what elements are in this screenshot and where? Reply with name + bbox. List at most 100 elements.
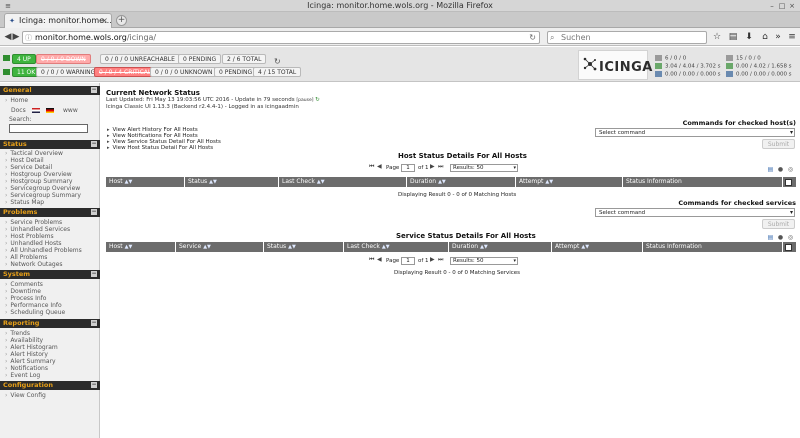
sidebar-section-system[interactable]: System − (0, 270, 100, 279)
sidebar-item-comments[interactable]: Comments (5, 281, 43, 288)
link-host-status-detail[interactable]: View Host Status Detail For All Hosts (107, 145, 214, 151)
url-bar[interactable]: ⓘ monitor.home.wols.org/icinga/ ↻ (22, 31, 540, 44)
back-icon[interactable]: ◀ (4, 31, 12, 43)
sidebar-item-hostgroup-overview[interactable]: Hostgroup Overview (5, 171, 71, 178)
sidebar-section-reporting[interactable]: Reporting − (0, 319, 100, 328)
search-input[interactable]: ⌕ Suchen (547, 31, 707, 44)
services-total-badge[interactable]: 4 / 15 TOTAL (253, 67, 302, 77)
sidebar-section-configuration[interactable]: Configuration − (0, 381, 100, 390)
refresh-icon[interactable]: ↻ (274, 57, 281, 66)
sidebar-item-status-map[interactable]: Status Map (5, 199, 44, 206)
hosts-pending-badge[interactable]: 0 PENDING (178, 54, 222, 64)
col-status[interactable]: Status ▲▼ (264, 242, 344, 252)
download-icon[interactable]: ⬇ (743, 31, 755, 43)
sidebar-section-problems[interactable]: Problems − (0, 208, 100, 217)
sidebar-item-availability[interactable]: Availability (5, 337, 43, 344)
collapse-icon[interactable]: − (91, 320, 97, 326)
services-critical-badge[interactable]: 0 / 0 / 4 CRITICAL (94, 67, 157, 77)
sidebar-search-input[interactable] (9, 124, 88, 133)
sidebar-item-scheduling-queue[interactable]: Scheduling Queue (5, 309, 65, 316)
services-warning-badge[interactable]: 0 / 0 / 0 WARNING (36, 67, 101, 77)
collapse-icon[interactable]: − (91, 382, 97, 388)
site-info-icon[interactable]: ⓘ (25, 33, 32, 44)
col-attempt[interactable]: Attempt ▲▼ (552, 242, 643, 252)
sidebar-item-host-problems[interactable]: Host Problems (5, 233, 53, 240)
english-flag-icon[interactable] (32, 108, 40, 113)
reading-list-icon[interactable]: ▤ (727, 31, 739, 43)
collapse-icon[interactable]: − (91, 87, 97, 93)
next-page-icon[interactable]: ▶ (430, 163, 435, 171)
sidebar-item-all-unhandled-problems[interactable]: All Unhandled Problems (5, 247, 81, 254)
first-page-icon[interactable]: ⏮ (369, 163, 374, 171)
services-unknown-badge[interactable]: 0 / 0 / 0 UNKNOWN (150, 67, 218, 77)
service-submit-button[interactable]: Submit (762, 219, 795, 229)
reload-icon[interactable]: ↻ (529, 32, 536, 43)
collapse-icon[interactable]: − (91, 141, 97, 147)
hosts-total-badge[interactable]: 2 / 6 TOTAL (222, 54, 267, 64)
export-csv-icon[interactable]: ▤ (767, 166, 774, 173)
sidebar-item-servicegroup-overview[interactable]: Servicegroup Overview (5, 185, 80, 192)
sidebar-item-docs[interactable]: Docs (11, 107, 26, 114)
select-all-checkbox[interactable] (785, 179, 792, 186)
german-flag-icon[interactable] (46, 108, 54, 113)
hosts-down-badge[interactable]: 0 / 0 / 0 DOWN (36, 54, 91, 64)
sidebar-item-network-outages[interactable]: Network Outages (5, 261, 62, 268)
collapse-icon[interactable]: − (91, 271, 97, 277)
bookmark-star-icon[interactable]: ☆ (711, 31, 723, 43)
sidebar-item-unhandled-services[interactable]: Unhandled Services (5, 226, 70, 233)
sidebar-item-downtime[interactable]: Downtime (5, 288, 41, 295)
col-status[interactable]: Status ▲▼ (185, 177, 279, 187)
next-page-icon[interactable]: ▶ (430, 256, 435, 264)
sidebar-item-performance-info[interactable]: Performance Info (5, 302, 61, 309)
results-per-page-select[interactable]: Results: 50 ▾ (450, 257, 518, 265)
col-duration[interactable]: Duration ▲▼ (449, 242, 552, 252)
col-duration[interactable]: Duration ▲▼ (407, 177, 516, 187)
services-pending-badge[interactable]: 0 PENDING (214, 67, 258, 77)
pocket-icon[interactable]: » (772, 31, 784, 43)
sidebar-item-home[interactable]: Home (5, 97, 28, 104)
json-icon[interactable]: ● (777, 234, 784, 241)
xml-icon[interactable]: ◎ (787, 234, 794, 241)
sidebar-item-service-detail[interactable]: Service Detail (5, 164, 52, 171)
collapse-icon[interactable]: − (91, 209, 97, 215)
hosts-unreachable-badge[interactable]: 0 / 0 / 0 UNREACHABLE (100, 54, 180, 64)
sidebar-item-view-config[interactable]: View Config (5, 392, 45, 399)
sidebar-item-tactical-overview[interactable]: Tactical Overview (5, 150, 62, 157)
tab-close-icon[interactable]: × (101, 14, 108, 28)
col-host[interactable]: Host ▲▼ (106, 242, 176, 252)
sidebar-item-event-log[interactable]: Event Log (5, 372, 40, 379)
sidebar-section-status[interactable]: Status − (0, 140, 100, 149)
col-attempt[interactable]: Attempt ▲▼ (516, 177, 623, 187)
col-host[interactable]: Host ▲▼ (106, 177, 185, 187)
new-tab-button[interactable]: + (116, 15, 127, 26)
page-input[interactable]: 1 (401, 164, 415, 172)
service-command-select[interactable]: Select command ▾ (595, 208, 795, 217)
minimize-icon[interactable]: – (768, 2, 776, 10)
sidebar-item-process-info[interactable]: Process Info (5, 295, 46, 302)
forward-icon[interactable]: ▶ (12, 31, 20, 43)
col-last-check[interactable]: Last Check ▲▼ (279, 177, 407, 187)
export-csv-icon[interactable]: ▤ (767, 234, 774, 241)
sidebar-item-unhandled-hosts[interactable]: Unhandled Hosts (5, 240, 61, 247)
prev-page-icon[interactable]: ◀ (377, 163, 382, 171)
col-last-check[interactable]: Last Check ▲▼ (344, 242, 449, 252)
home-icon[interactable]: ⌂ (759, 31, 771, 43)
last-page-icon[interactable]: ⏭ (438, 256, 443, 264)
sidebar-item-hostgroup-summary[interactable]: Hostgroup Summary (5, 178, 72, 185)
pause-link[interactable]: [pause] (296, 98, 313, 103)
first-page-icon[interactable]: ⏮ (369, 256, 374, 264)
icinga-logo[interactable]: ICINGA (578, 50, 652, 80)
sidebar-item-service-problems[interactable]: Service Problems (5, 219, 62, 226)
sidebar-item-all-problems[interactable]: All Problems (5, 254, 47, 261)
json-icon[interactable]: ● (777, 166, 784, 173)
xml-icon[interactable]: ◎ (787, 166, 794, 173)
maximize-icon[interactable]: □ (778, 2, 786, 10)
close-window-icon[interactable]: × (788, 2, 796, 10)
sidebar-item-alert-history[interactable]: Alert History (5, 351, 48, 358)
sidebar-item-alert-histogram[interactable]: Alert Histogram (5, 344, 57, 351)
host-command-select[interactable]: Select command ▾ (595, 128, 795, 137)
sidebar-item-host-detail[interactable]: Host Detail (5, 157, 43, 164)
results-per-page-select[interactable]: Results: 50 ▾ (450, 164, 518, 172)
sidebar-section-general[interactable]: General − (0, 86, 100, 95)
prev-page-icon[interactable]: ◀ (377, 256, 382, 264)
